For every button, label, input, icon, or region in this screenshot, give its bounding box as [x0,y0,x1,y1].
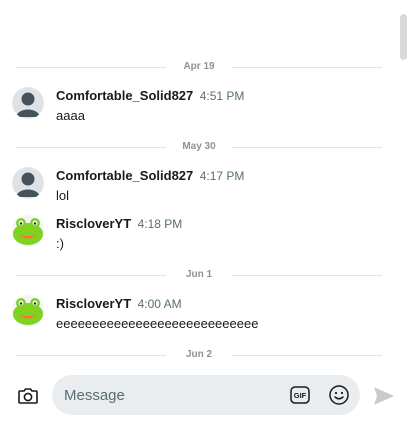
chat-message-list[interactable]: Apr 19 Comfortable_Solid827 4:51 PM aaaa… [0,0,409,370]
frog-icon [12,215,44,247]
message-header: Comfortable_Solid827 4:51 PM [56,87,244,105]
message-input[interactable] [64,375,274,415]
chat-message: RiscloverYT 4:00 AM eeeeeeeeeeeeeeeeeeee… [12,295,382,335]
message-input-container: GIF [52,375,360,415]
message-username[interactable]: Comfortable_Solid827 [56,168,193,183]
message-timestamp: 4:17 PM [199,169,245,183]
camera-icon [18,388,38,404]
date-divider: Jun 1 [16,268,382,282]
date-divider: May 30 [16,140,382,154]
date-divider: Apr 19 [16,60,382,74]
message-text: lol [56,188,70,203]
divider-line [232,275,382,276]
scrollbar[interactable] [397,0,409,370]
send-button[interactable] [372,385,396,407]
gif-icon: GIF [290,386,310,404]
message-username[interactable]: RiscloverYT [56,216,131,231]
message-header: RiscloverYT 4:18 PM [56,215,182,233]
date-divider: Jun 2 [16,348,382,362]
message-text: aaaa [56,108,85,123]
chat-message: Comfortable_Solid827 4:51 PM aaaa [12,87,382,127]
user-silhouette-icon [12,87,44,119]
message-header: RiscloverYT 4:00 AM [56,295,182,313]
message-timestamp: 4:00 AM [137,297,182,311]
message-text: eeeeeeeeeeeeeeeeeeeeeeeeeeee [56,316,259,331]
divider-line [232,355,382,356]
frog-avatar[interactable] [12,215,44,247]
send-icon [374,387,394,405]
gif-button[interactable]: GIF [289,384,311,406]
scrollbar-thumb[interactable] [400,14,407,60]
default-user-avatar[interactable] [12,167,44,199]
divider-line [232,147,382,148]
message-username[interactable]: Comfortable_Solid827 [56,88,193,103]
gif-label: GIF [294,391,307,400]
emoji-button[interactable] [328,384,350,406]
frog-icon [12,295,44,327]
emoji-icon [329,385,349,405]
message-timestamp: 4:18 PM [137,217,183,231]
chat-message: Comfortable_Solid827 4:17 PM lol [12,167,382,207]
message-timestamp: 4:51 PM [199,89,245,103]
frog-avatar[interactable] [12,295,44,327]
chat-message: RiscloverYT 4:18 PM :) [12,215,382,255]
message-text: :) [56,236,64,251]
message-username[interactable]: RiscloverYT [56,296,131,311]
user-silhouette-icon [12,167,44,199]
divider-line [232,67,382,68]
default-user-avatar[interactable] [12,87,44,119]
camera-button[interactable] [16,384,40,408]
message-header: Comfortable_Solid827 4:17 PM [56,167,244,185]
message-composer: GIF [0,370,409,423]
